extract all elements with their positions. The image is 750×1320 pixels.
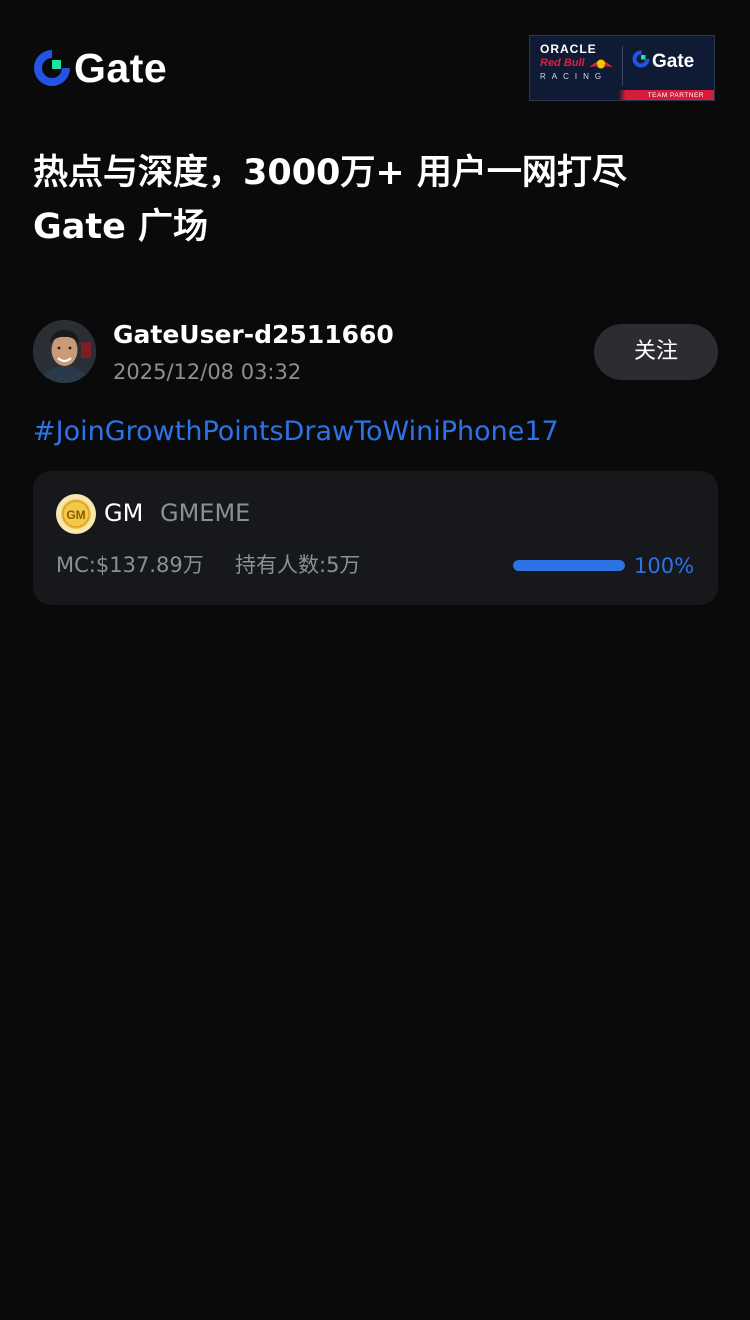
token-progress-label: 100% xyxy=(634,554,695,578)
post-timestamp: 2025/12/08 03:32 xyxy=(113,360,302,384)
token-market-cap: MC:$137.89万 xyxy=(56,553,204,577)
gate-logo[interactable]: Gate xyxy=(34,46,167,90)
logo-text: Gate xyxy=(74,45,168,91)
gate-logo-small-icon xyxy=(632,50,650,73)
header: Gate ORACLE Red Bull RACING Gate TEAM PA… xyxy=(0,0,750,130)
token-card[interactable]: GM GM GMEME MC:$137.89万 持有人数:5万 100% xyxy=(33,471,718,605)
partner-racing-text: RACING xyxy=(540,72,608,81)
redbull-icon xyxy=(588,57,614,69)
token-progress-bar xyxy=(513,560,625,571)
token-name: GMEME xyxy=(160,499,251,527)
partner-gate-text: Gate xyxy=(652,50,695,72)
gm-coin-icon: GM xyxy=(56,494,96,534)
headline-line-1: 热点与深度，3000万+ 用户一网打尽 xyxy=(33,153,627,193)
token-symbol: GM xyxy=(104,499,144,527)
partner-oracle-text: ORACLE xyxy=(540,42,597,56)
gate-logo-icon xyxy=(34,50,70,86)
page-headline: 热点与深度，3000万+ 用户一网打尽 Gate 广场 xyxy=(33,146,723,254)
user-avatar[interactable] xyxy=(33,320,96,383)
partner-redbull-text: Red Bull xyxy=(540,57,585,69)
post-hashtag[interactable]: #JoinGrowthPointsDrawToWiniPhone17 xyxy=(33,412,559,452)
partner-gate-brand: Gate xyxy=(632,50,694,73)
partner-divider xyxy=(622,46,623,86)
post-author: GateUser-d2511660 2025/12/08 03:32 关注 xyxy=(33,320,718,384)
author-name[interactable]: GateUser-d2511660 xyxy=(113,320,394,350)
token-holders: 持有人数:5万 xyxy=(235,553,361,577)
partner-strip-text: TEAM PARTNER xyxy=(647,92,704,99)
token-progress-fill xyxy=(513,560,625,571)
follow-button[interactable]: 关注 xyxy=(594,324,718,380)
partner-badge: ORACLE Red Bull RACING Gate TEAM PARTNER xyxy=(529,35,715,101)
gm-coin-text: GM xyxy=(66,508,85,522)
headline-line-2: Gate 广场 xyxy=(33,207,209,247)
